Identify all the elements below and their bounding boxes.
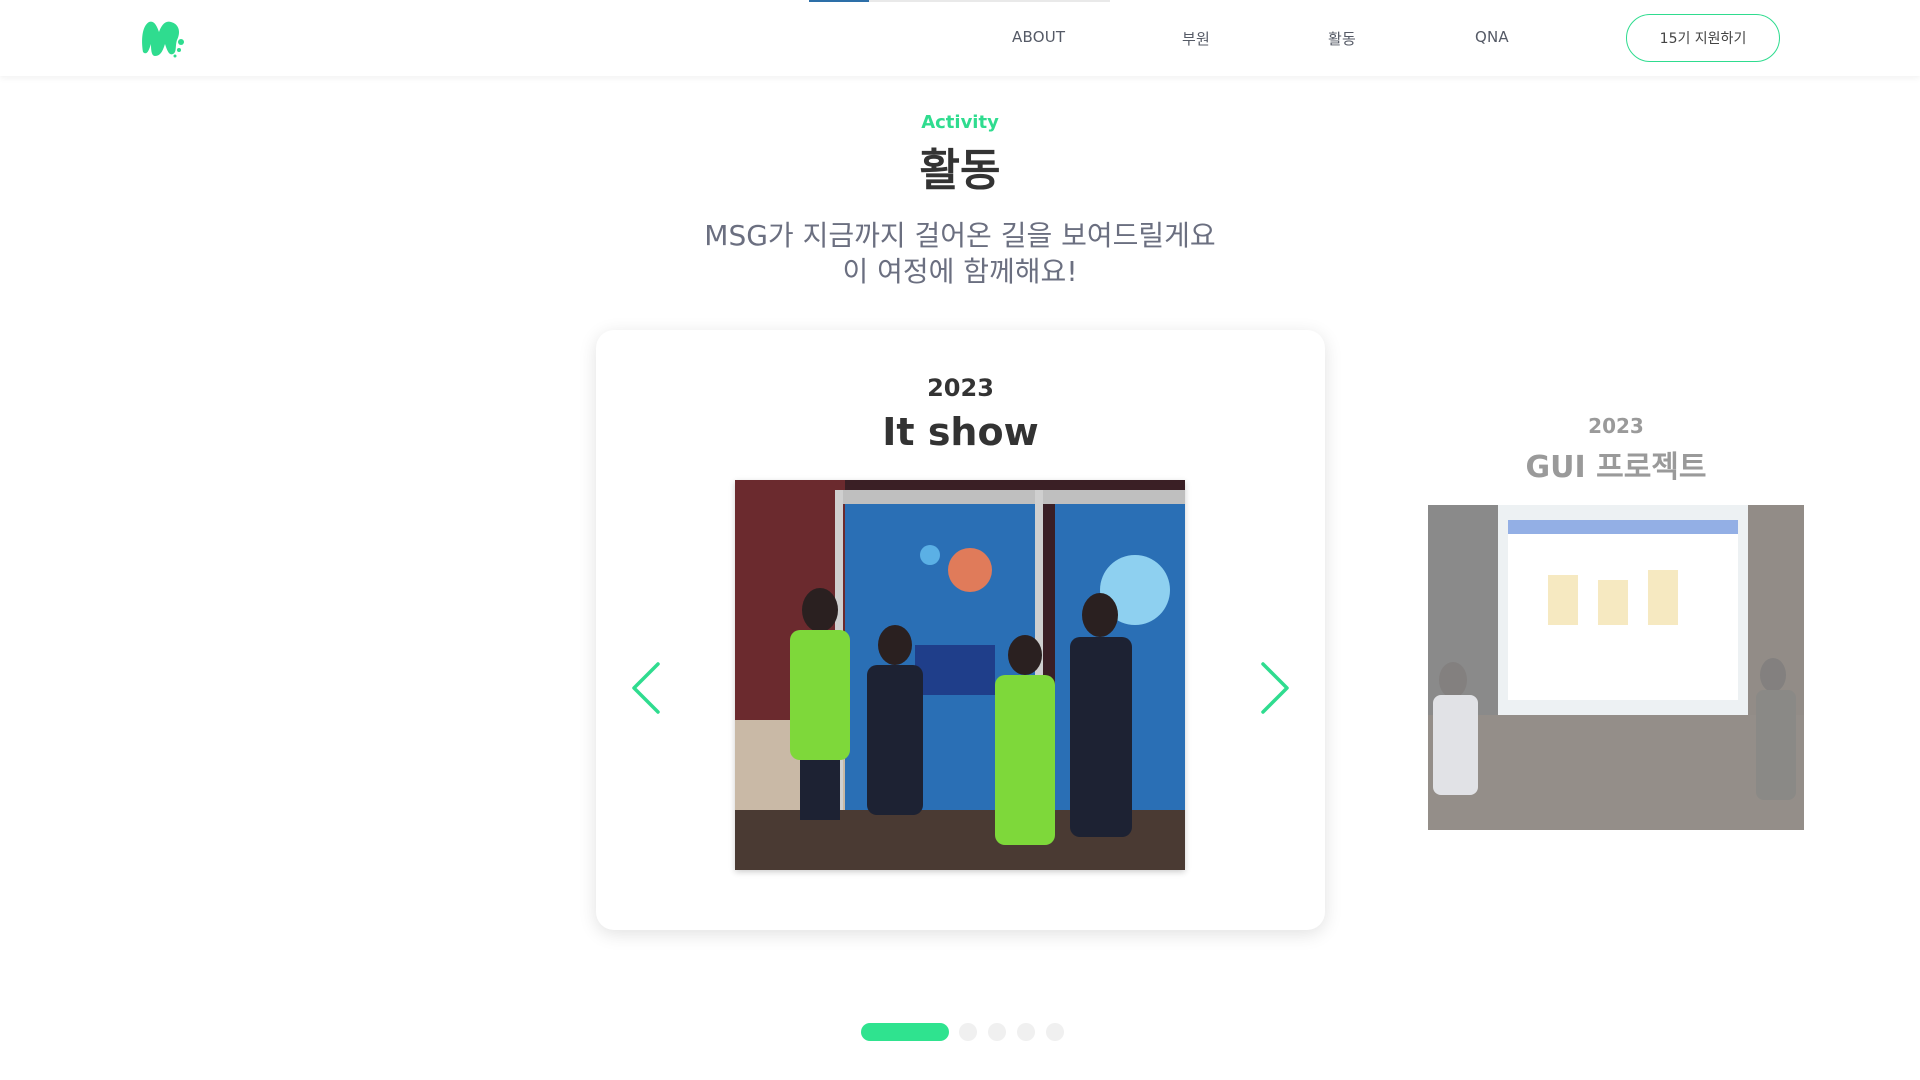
pagination-dot-1[interactable] [861,1023,949,1041]
next-slide-arrow-icon[interactable] [1259,660,1293,716]
scroll-progress-fill [809,0,870,2]
scroll-progress-track [809,0,1110,2]
pagination-dot-2[interactable] [959,1023,977,1041]
next-slide-title: GUI 프로젝트 [1525,450,1707,485]
section-subtitle-line2: 이 여정에 함께해요! [842,255,1078,288]
apply-button[interactable]: 15기 지원하기 [1626,14,1780,62]
top-header: ABOUT 부원 활동 QNA 15기 지원하기 [0,0,1920,76]
next-slide-year: 2023 [1588,414,1644,438]
pagination-dot-3[interactable] [988,1023,1006,1041]
section-eyebrow: Activity [921,112,999,133]
nav-members[interactable]: 부원 [1182,28,1210,49]
msg-logo-icon[interactable] [139,18,187,58]
prev-slide-arrow-icon[interactable] [628,660,662,716]
activity-slide-card: 2023 It show [596,330,1325,930]
presentation-photo-image[interactable] [1428,505,1804,830]
group-photo-image [735,480,1185,870]
slide-title: It show [882,410,1039,454]
pagination-dot-5[interactable] [1046,1023,1064,1041]
section-subtitle-line1: MSG가 지금까지 걸어온 길을 보여드릴게요 [704,219,1216,252]
slide-year: 2023 [927,374,994,402]
nav-activity[interactable]: 활동 [1328,28,1356,49]
nav-qna[interactable]: QNA [1475,28,1509,46]
pagination-dot-4[interactable] [1017,1023,1035,1041]
section-title: 활동 [919,145,1001,196]
nav-about[interactable]: ABOUT [1012,28,1065,46]
